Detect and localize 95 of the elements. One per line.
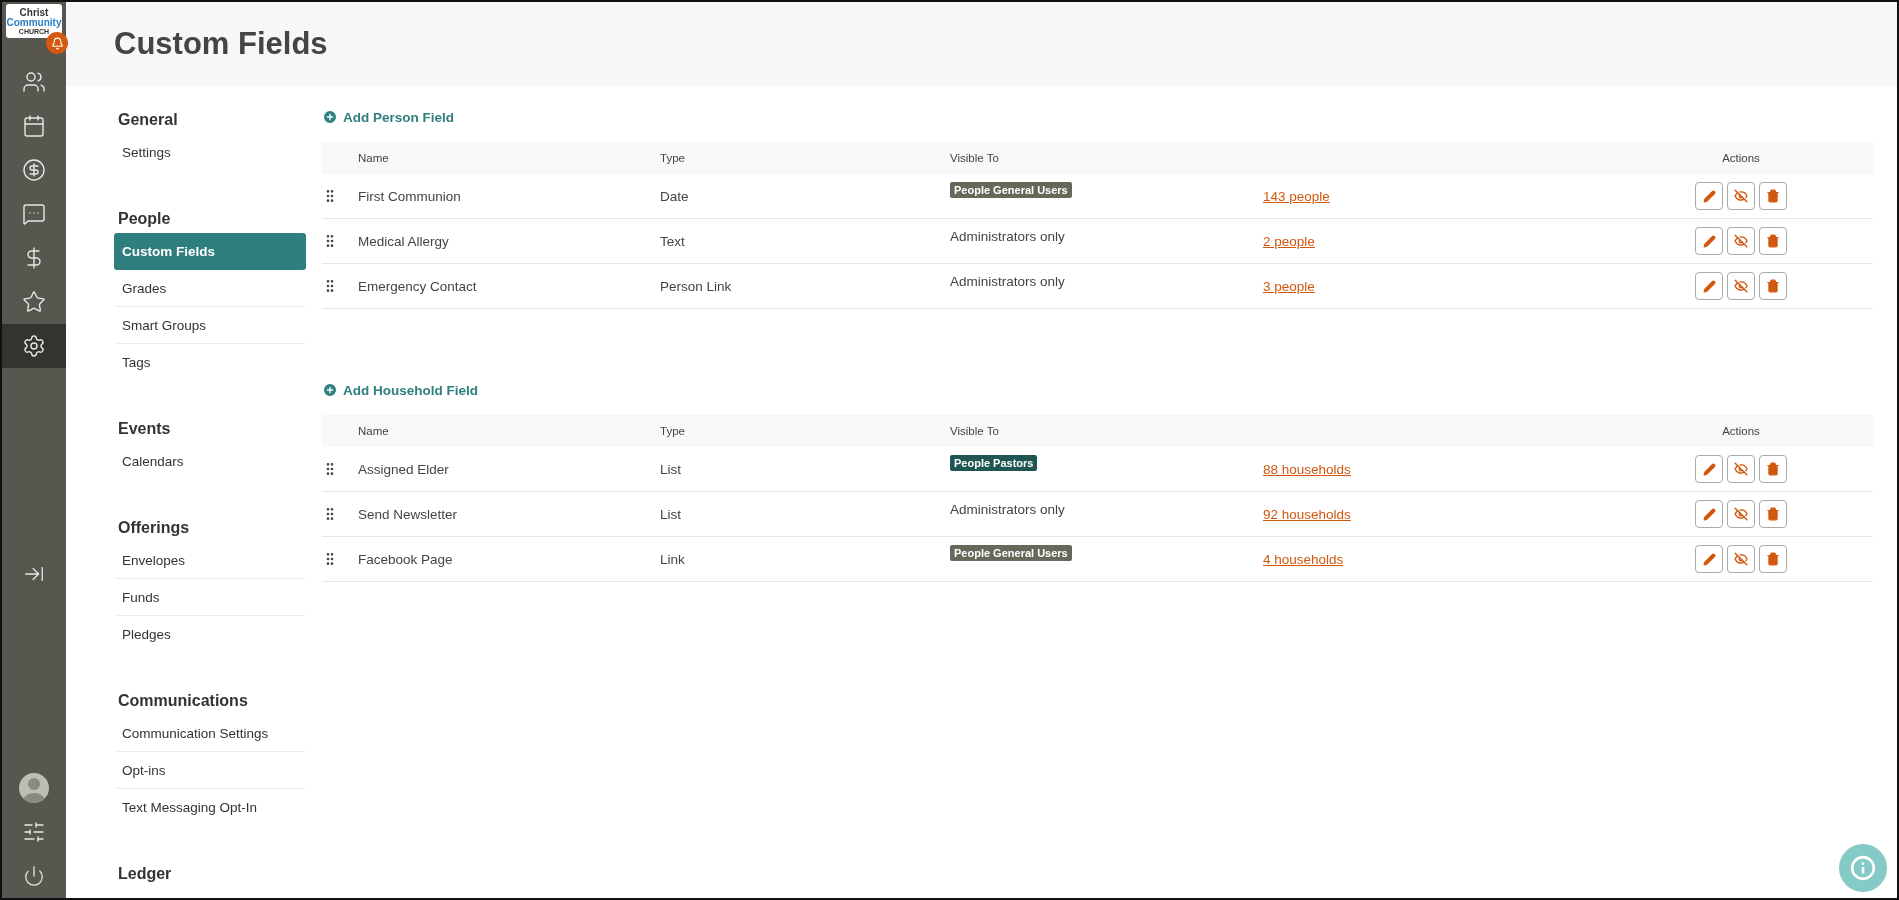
info-icon (1850, 855, 1876, 881)
hide-button[interactable] (1727, 182, 1755, 210)
column-header: Name (358, 152, 390, 164)
trash-icon (1766, 279, 1780, 293)
role-badge: People General Users (950, 545, 1072, 561)
plus-icon (322, 382, 338, 398)
page-title: Custom Fields (114, 26, 328, 62)
eye-off-icon (1734, 189, 1748, 203)
nav-item[interactable]: Custom Fields (114, 233, 306, 270)
column-header: Actions (1721, 152, 1761, 164)
hide-button[interactable] (1727, 500, 1755, 528)
delete-button[interactable] (1759, 182, 1787, 210)
trash-icon (1766, 189, 1780, 203)
hide-button[interactable] (1727, 272, 1755, 300)
nav-item[interactable]: Funds (114, 579, 306, 616)
table-cell-text: Administrators only (950, 229, 1066, 244)
table-cell-text: Facebook Page (358, 551, 454, 567)
trash-icon (1766, 507, 1780, 521)
nav-item[interactable]: Calendars (114, 443, 306, 480)
plus-icon (322, 109, 338, 125)
count-link[interactable]: 92 households (1263, 506, 1351, 522)
trash-icon (1766, 234, 1780, 248)
table-cell-text: Medical Allergy (358, 233, 450, 249)
table-cell-text: Send Newsletter (358, 506, 459, 522)
nav-section-heading: General (117, 110, 179, 130)
pencil-icon (1702, 189, 1716, 203)
nav-item[interactable]: Communication Settings (114, 715, 306, 752)
nav-section-heading: Ledger (117, 864, 173, 884)
edit-button[interactable] (1695, 500, 1723, 528)
table-cell-text: Administrators only (950, 274, 1066, 289)
nav-item[interactable]: Settings (114, 134, 306, 171)
table-cell-text: Link (660, 551, 686, 567)
column-header: Actions (1721, 425, 1761, 437)
trash-icon (1766, 462, 1780, 476)
table-cell-text: List (660, 461, 682, 477)
delete-button[interactable] (1759, 455, 1787, 483)
avatar-icon[interactable] (19, 773, 49, 803)
count-link[interactable]: 88 households (1263, 461, 1351, 477)
add-field-link[interactable]: Add Person Field (322, 106, 454, 128)
eye-off-icon (1734, 507, 1748, 521)
pencil-icon (1702, 507, 1716, 521)
pencil-icon (1702, 552, 1716, 566)
nav-item[interactable]: Text Messaging Opt-In (114, 789, 306, 826)
edit-button[interactable] (1695, 455, 1723, 483)
delete-button[interactable] (1759, 227, 1787, 255)
hide-button[interactable] (1727, 455, 1755, 483)
settings-nav-icon[interactable] (2, 324, 66, 368)
nav-item[interactable]: Smart Groups (114, 307, 306, 344)
pencil-icon (1702, 279, 1716, 293)
table-cell-text: Administrators only (950, 502, 1066, 517)
eye-off-icon (1734, 279, 1748, 293)
hide-button[interactable] (1727, 545, 1755, 573)
table-cell-text: List (660, 506, 682, 522)
eye-off-icon (1734, 234, 1748, 248)
nav-item[interactable]: Envelopes (114, 542, 306, 579)
edit-button[interactable] (1695, 182, 1723, 210)
nav-section-heading: People (117, 209, 172, 229)
role-badge: People Pastors (950, 455, 1038, 471)
nav-section-heading: Events (117, 419, 172, 439)
nav-item[interactable]: Tags (114, 344, 306, 381)
edit-button[interactable] (1695, 227, 1723, 255)
count-link[interactable]: 143 people (1263, 188, 1330, 204)
nav-section-heading: Offerings (117, 518, 191, 538)
table-cell-text: Emergency Contact (358, 278, 478, 294)
pencil-icon (1702, 234, 1716, 248)
count-link[interactable]: 2 people (1263, 233, 1315, 249)
column-header: Visible To (950, 425, 1000, 437)
delete-button[interactable] (1759, 272, 1787, 300)
trash-icon (1766, 552, 1780, 566)
count-link[interactable]: 3 people (1263, 278, 1315, 294)
pencil-icon (1702, 462, 1716, 476)
role-badge: People General Users (950, 182, 1072, 198)
table-cell-text: Date (660, 188, 690, 204)
nav-item[interactable]: Opt-ins (114, 752, 306, 789)
eye-off-icon (1734, 462, 1748, 476)
table-cell-text: First Communion (358, 188, 462, 204)
nav-section-heading: Communications (117, 691, 249, 711)
table-cell-text: Text (660, 233, 686, 249)
column-header: Name (358, 425, 390, 437)
column-header: Type (660, 425, 686, 437)
eye-off-icon (1734, 552, 1748, 566)
notification-bell-icon[interactable] (46, 32, 68, 54)
edit-button[interactable] (1695, 272, 1723, 300)
column-header: Visible To (950, 152, 1000, 164)
edit-button[interactable] (1695, 545, 1723, 573)
delete-button[interactable] (1759, 545, 1787, 573)
delete-button[interactable] (1759, 500, 1787, 528)
table-cell-text: Person Link (660, 278, 733, 294)
column-header: Type (660, 152, 686, 164)
add-field-link[interactable]: Add Household Field (322, 379, 478, 401)
hide-button[interactable] (1727, 227, 1755, 255)
nav-item[interactable]: Grades (114, 270, 306, 307)
nav-item[interactable]: Pledges (114, 616, 306, 653)
count-link[interactable]: 4 households (1263, 551, 1344, 567)
table-cell-text: Assigned Elder (358, 461, 450, 477)
